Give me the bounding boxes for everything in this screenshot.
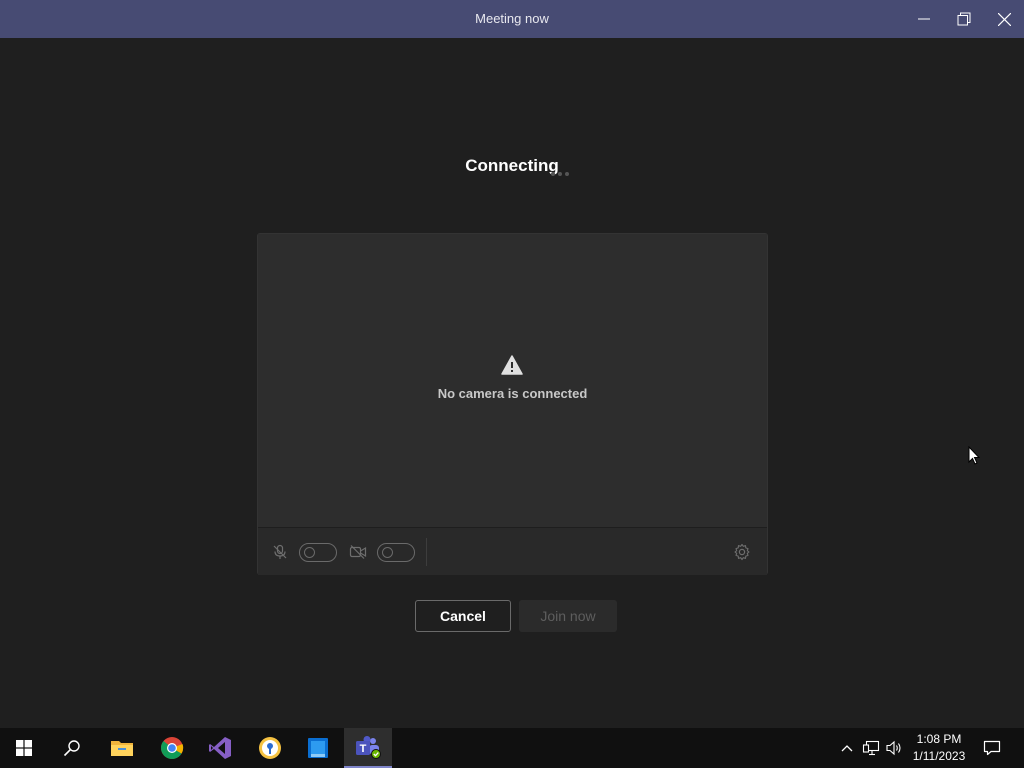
camera-off-icon[interactable] <box>347 538 369 566</box>
restore-icon <box>957 12 971 26</box>
device-settings-gear-icon[interactable] <box>731 538 753 566</box>
restore-button[interactable] <box>944 0 984 38</box>
volume-icon <box>886 740 901 756</box>
warning-icon <box>501 355 523 375</box>
controls-divider <box>426 538 427 566</box>
clock-time: 1:08 PM <box>916 732 962 746</box>
taskbar-teams[interactable]: T <box>344 728 392 768</box>
search-icon <box>63 740 80 757</box>
microphone-toggle[interactable] <box>299 543 337 562</box>
file-explorer-icon <box>111 741 133 756</box>
chrome-icon <box>160 737 184 759</box>
mouse-cursor-icon <box>968 446 980 465</box>
minimize-button[interactable] <box>904 0 944 38</box>
network-status[interactable] <box>860 728 882 768</box>
window-title: Meeting now <box>475 11 549 26</box>
taskbar-file-explorer[interactable] <box>98 728 146 768</box>
no-camera-message: No camera is connected <box>437 386 588 401</box>
taskbar-app[interactable] <box>294 728 342 768</box>
teams-icon: T <box>356 736 381 759</box>
visual-studio-icon <box>209 737 231 759</box>
video-preview-panel: No camera is connected <box>257 233 768 575</box>
close-icon <box>997 12 1011 26</box>
microphone-off-icon[interactable] <box>270 538 290 566</box>
device-controls-bar <box>258 527 767 575</box>
taskbar: T 1:08 PM 1/11/2023 <box>0 728 1024 768</box>
show-hidden-icons-chevron-icon <box>841 745 853 752</box>
network-icon <box>862 740 880 756</box>
loading-dots-icon <box>551 172 569 176</box>
minimize-icon <box>918 18 930 20</box>
connecting-label: Connecting <box>465 156 559 175</box>
meeting-window: Meeting now Connecting No camera is conn… <box>0 0 1024 728</box>
notifications-icon <box>983 740 1001 756</box>
show-hidden-icons-button[interactable] <box>838 728 856 768</box>
volume-control[interactable] <box>884 728 904 768</box>
search-button[interactable] <box>48 728 96 768</box>
title-bar[interactable]: Meeting now <box>0 0 1024 38</box>
keepassxc-icon <box>259 737 281 759</box>
action-center-button[interactable] <box>978 728 1006 768</box>
taskbar-clock[interactable]: 1:08 PM 1/11/2023 <box>906 731 972 765</box>
app-icon <box>308 738 328 758</box>
taskbar-chrome[interactable] <box>148 728 196 768</box>
camera-toggle[interactable] <box>377 543 415 562</box>
start-button[interactable] <box>0 728 48 768</box>
cancel-button[interactable]: Cancel <box>415 600 511 632</box>
close-button[interactable] <box>984 0 1024 38</box>
svg-text:T: T <box>360 743 367 755</box>
taskbar-keepassxc[interactable] <box>246 728 294 768</box>
clock-date: 1/11/2023 <box>912 749 966 763</box>
join-now-button[interactable]: Join now <box>519 600 617 632</box>
taskbar-visual-studio[interactable] <box>196 728 244 768</box>
connecting-status: Connecting <box>0 156 1024 176</box>
video-preview: No camera is connected <box>258 234 767 527</box>
windows-start-icon <box>16 740 32 756</box>
